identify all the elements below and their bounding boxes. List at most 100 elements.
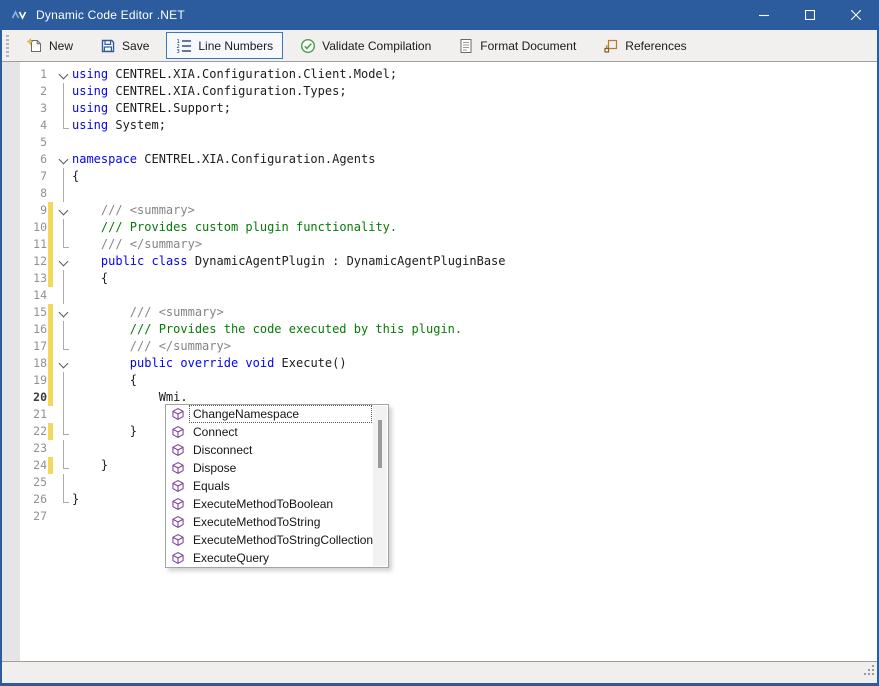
minimize-button[interactable] <box>741 0 787 30</box>
line-number[interactable]: 9 <box>20 202 47 219</box>
save-button[interactable]: Save <box>90 32 159 59</box>
code-editor[interactable]: 1using CENTREL.XIA.Configuration.Client.… <box>2 62 877 661</box>
line-number[interactable]: 20 <box>20 389 47 406</box>
code-line[interactable]: 11 /// </summary> <box>20 236 877 253</box>
references-button[interactable]: References <box>593 32 696 59</box>
change-bar <box>47 151 55 168</box>
code-line[interactable]: 19 { <box>20 372 877 389</box>
line-number[interactable]: 13 <box>20 270 47 287</box>
line-number[interactable]: 21 <box>20 406 47 423</box>
code-line[interactable]: 16 /// Provides the code executed by thi… <box>20 321 877 338</box>
line-number[interactable]: 12 <box>20 253 47 270</box>
toolbar-grip[interactable] <box>6 35 9 57</box>
code-line[interactable]: 18 public override void Execute() <box>20 355 877 372</box>
code-text: using CENTREL.Support; <box>72 100 231 117</box>
method-icon <box>171 551 185 565</box>
line-number[interactable]: 14 <box>20 287 47 304</box>
change-bar <box>47 423 55 440</box>
line-number[interactable]: 22 <box>20 423 47 440</box>
resize-grip-icon[interactable] <box>863 663 875 681</box>
change-bar <box>47 287 55 304</box>
close-button[interactable] <box>833 0 879 30</box>
code-line[interactable]: 5 <box>20 134 877 151</box>
line-number[interactable]: 18 <box>20 355 47 372</box>
line-number[interactable]: 24 <box>20 457 47 474</box>
code-line[interactable]: 1using CENTREL.XIA.Configuration.Client.… <box>20 66 877 83</box>
line-number[interactable]: 2 <box>20 83 47 100</box>
completion-item[interactable]: ExecuteMethodToStringCollection <box>166 531 388 549</box>
completion-item[interactable]: Disconnect <box>166 441 388 459</box>
fold-guide <box>55 474 72 491</box>
line-number[interactable]: 4 <box>20 117 47 134</box>
fold-guide <box>55 491 72 508</box>
code-line[interactable]: 25 <box>20 474 877 491</box>
fold-guide <box>55 83 72 100</box>
completion-item-label: ExecuteMethodToStringCollection <box>190 532 373 548</box>
completion-item-label: Equals <box>190 478 371 494</box>
code-line[interactable]: 6namespace CENTREL.XIA.Configuration.Age… <box>20 151 877 168</box>
code-line[interactable]: 15 /// <summary> <box>20 304 877 321</box>
code-line[interactable]: 12 public class DynamicAgentPlugin : Dyn… <box>20 253 877 270</box>
line-number[interactable]: 6 <box>20 151 47 168</box>
line-number[interactable]: 3 <box>20 100 47 117</box>
line-number[interactable]: 10 <box>20 219 47 236</box>
line-number[interactable]: 16 <box>20 321 47 338</box>
line-number[interactable]: 25 <box>20 474 47 491</box>
code-line[interactable]: 8 <box>20 185 877 202</box>
format-document-button[interactable]: Format Document <box>448 32 586 59</box>
fold-guide <box>55 185 72 202</box>
line-number[interactable]: 7 <box>20 168 47 185</box>
fold-guide <box>55 287 72 304</box>
fold-collapse-icon[interactable] <box>55 304 72 321</box>
completion-item[interactable]: ExecuteQuery <box>166 549 388 567</box>
code-line[interactable]: 27 <box>20 508 877 525</box>
code-line[interactable]: 22 } <box>20 423 877 440</box>
line-number[interactable]: 23 <box>20 440 47 457</box>
completion-item[interactable]: ExecuteMethodToString <box>166 513 388 531</box>
completion-item[interactable]: Dispose <box>166 459 388 477</box>
code-line[interactable]: 3 using CENTREL.Support; <box>20 100 877 117</box>
completion-item[interactable]: ExecuteMethodToBoolean <box>166 495 388 513</box>
line-number[interactable]: 11 <box>20 236 47 253</box>
code-line[interactable]: 2using CENTREL.XIA.Configuration.Types; <box>20 83 877 100</box>
new-button[interactable]: New <box>17 32 83 59</box>
popup-scrollbar[interactable] <box>373 406 387 566</box>
line-number[interactable]: 26 <box>20 491 47 508</box>
line-number[interactable]: 15 <box>20 304 47 321</box>
line-number[interactable]: 19 <box>20 372 47 389</box>
line-number[interactable]: 1 <box>20 66 47 83</box>
editor-content[interactable]: 1using CENTREL.XIA.Configuration.Client.… <box>20 62 877 661</box>
completion-item[interactable]: Equals <box>166 477 388 495</box>
code-line[interactable]: 21 <box>20 406 877 423</box>
code-line[interactable]: 7{ <box>20 168 877 185</box>
code-line[interactable]: 20 Wmi. <box>20 389 877 406</box>
fold-collapse-icon[interactable] <box>55 202 72 219</box>
code-line[interactable]: 17 /// </summary> <box>20 338 877 355</box>
code-line[interactable]: 26} <box>20 491 877 508</box>
popup-scrollbar-thumb[interactable] <box>378 420 382 468</box>
fold-collapse-icon[interactable] <box>55 253 72 270</box>
fold-guide <box>55 168 72 185</box>
maximize-button[interactable] <box>787 0 833 30</box>
code-line[interactable]: 13 { <box>20 270 877 287</box>
code-line[interactable]: 10 /// Provides custom plugin functional… <box>20 219 877 236</box>
code-line[interactable]: 4 using System; <box>20 117 877 134</box>
code-line[interactable]: 23 <box>20 440 877 457</box>
line-number[interactable]: 5 <box>20 134 47 151</box>
line-number[interactable]: 17 <box>20 338 47 355</box>
code-line[interactable]: 9 /// <summary> <box>20 202 877 219</box>
fold-collapse-icon[interactable] <box>55 66 72 83</box>
code-text: using System; <box>72 117 166 134</box>
validate-compilation-button[interactable]: Validate Compilation <box>290 32 441 59</box>
line-numbers-button[interactable]: 123Line Numbers <box>166 32 283 59</box>
fold-guide <box>55 100 72 117</box>
line-number[interactable]: 8 <box>20 185 47 202</box>
code-text: public class DynamicAgentPlugin : Dynami… <box>72 253 506 270</box>
fold-collapse-icon[interactable] <box>55 355 72 372</box>
code-line[interactable]: 14 <box>20 287 877 304</box>
line-number[interactable]: 27 <box>20 508 47 525</box>
completion-item[interactable]: Connect <box>166 423 388 441</box>
completion-item[interactable]: ChangeNamespace <box>166 405 388 423</box>
fold-collapse-icon[interactable] <box>55 151 72 168</box>
code-line[interactable]: 24 } <box>20 457 877 474</box>
